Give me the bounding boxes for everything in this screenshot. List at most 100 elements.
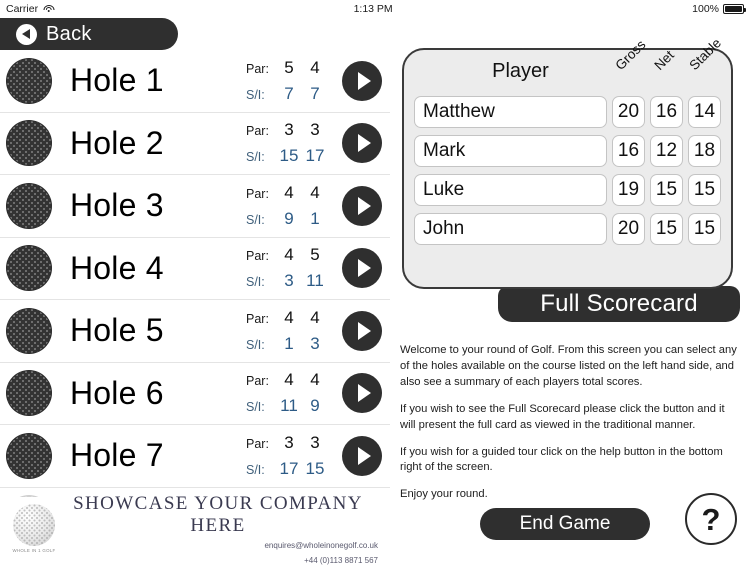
hole-stats: Par:44S/I:119: [246, 370, 338, 416]
stroke-index-value: 9: [276, 209, 302, 229]
hole-row[interactable]: Hole 5Par:44S/I:13: [0, 300, 390, 363]
hole-row[interactable]: Hole 3Par:44S/I:91: [0, 175, 390, 238]
par-value: 4: [302, 370, 328, 390]
stable-score-cell: 14: [688, 96, 721, 128]
score-row: Mark161218: [404, 135, 731, 167]
golf-ball-icon: [6, 370, 52, 416]
stroke-index-label: S/I:: [246, 275, 276, 289]
advertisement-banner[interactable]: WHOLE IN 1 GOLF SHOWCASE YOUR COMPANY HE…: [0, 497, 390, 562]
score-panel-header: Player Gross Net Stable: [404, 50, 731, 96]
hole-stats: Par:33S/I:1517: [246, 120, 338, 166]
net-score-cell: 15: [650, 213, 683, 245]
question-mark-icon: ?: [702, 504, 721, 535]
par-label: Par:: [246, 312, 276, 326]
hole-stats: Par:44S/I:13: [246, 308, 338, 354]
net-column-header: Net: [651, 48, 676, 73]
stroke-index-value: 1: [276, 334, 302, 354]
advert-headline: SHOWCASE YOUR COMPANY HERE: [58, 493, 378, 537]
stroke-index-value: 17: [302, 146, 328, 166]
stroke-index-value: 15: [276, 146, 302, 166]
info-paragraph-3: If you wish for a guided tour click on t…: [400, 445, 738, 477]
hole-stats: Par:54S/I:77: [246, 58, 338, 104]
hole-name-label: Hole 3: [70, 187, 246, 224]
player-name-field[interactable]: Luke: [414, 174, 607, 206]
par-value: 4: [302, 308, 328, 328]
battery-percent-label: 100%: [692, 3, 719, 15]
hole-row[interactable]: Hole 2Par:33S/I:1517: [0, 113, 390, 176]
play-icon[interactable]: [342, 436, 382, 476]
play-icon[interactable]: [342, 186, 382, 226]
score-row: John201515: [404, 213, 731, 245]
advert-email: enquires@wholeinonegolf.co.uk: [58, 540, 378, 552]
hole-row[interactable]: Hole 6Par:44S/I:119: [0, 363, 390, 426]
par-value: 3: [276, 120, 302, 140]
player-name-field[interactable]: Mark: [414, 135, 607, 167]
stroke-index-label: S/I:: [246, 463, 276, 477]
play-icon[interactable]: [342, 123, 382, 163]
back-button-label: Back: [46, 23, 92, 46]
play-icon[interactable]: [342, 61, 382, 101]
par-label: Par:: [246, 187, 276, 201]
player-name-field[interactable]: John: [414, 213, 607, 245]
par-label: Par:: [246, 62, 276, 76]
golf-ball-icon: [6, 433, 52, 479]
golf-ball-icon: [6, 183, 52, 229]
golf-ball-icon: [6, 120, 52, 166]
info-text: Welcome to your round of Golf. From this…: [400, 343, 738, 503]
stroke-index-value: 3: [276, 271, 302, 291]
player-name-field[interactable]: Matthew: [414, 96, 607, 128]
advert-phone: +44 (0)113 8871 567: [58, 555, 378, 566]
golf-ball-logo-icon: WHOLE IN 1 GOLF: [10, 504, 58, 556]
stroke-index-value: 11: [276, 396, 302, 416]
hole-row[interactable]: Hole 4Par:45S/I:311: [0, 238, 390, 301]
hole-list[interactable]: Hole 1Par:54S/I:77Hole 2Par:33S/I:1517Ho…: [0, 50, 390, 497]
stable-column-header: Stable: [686, 35, 724, 73]
status-bar-right: 100%: [692, 3, 744, 15]
info-paragraph-1: Welcome to your round of Golf. From this…: [400, 343, 738, 391]
play-icon[interactable]: [342, 311, 382, 351]
carrier-label: Carrier: [6, 3, 38, 15]
stroke-index-value: 7: [276, 84, 302, 104]
hole-row[interactable]: Hole 7Par:33S/I:1715: [0, 425, 390, 488]
gross-column-header: Gross: [612, 37, 648, 73]
score-rows: Matthew201614Mark161218Luke191515John201…: [404, 96, 731, 245]
hole-row[interactable]: Hole 1Par:54S/I:77: [0, 50, 390, 113]
golf-ball-icon: [6, 308, 52, 354]
play-icon[interactable]: [342, 373, 382, 413]
end-game-button[interactable]: End Game: [480, 508, 650, 540]
full-scorecard-button[interactable]: Full Scorecard: [498, 286, 740, 322]
status-bar: Carrier 1:13 PM 100%: [0, 0, 750, 18]
end-game-label: End Game: [520, 513, 611, 535]
stroke-index-value: 1: [302, 209, 328, 229]
back-arrow-icon: [16, 24, 37, 45]
stroke-index-label: S/I:: [246, 213, 276, 227]
par-label: Par:: [246, 124, 276, 138]
par-value: 3: [302, 433, 328, 453]
battery-full-icon: [723, 4, 744, 14]
play-icon[interactable]: [342, 248, 382, 288]
stroke-index-value: 3: [302, 334, 328, 354]
net-score-cell: 15: [650, 174, 683, 206]
par-value: 5: [276, 58, 302, 78]
par-value: 4: [276, 245, 302, 265]
score-row: Matthew201614: [404, 96, 731, 128]
hole-stats: Par:44S/I:91: [246, 183, 338, 229]
hole-name-label: Hole 1: [70, 62, 246, 99]
stroke-index-label: S/I:: [246, 338, 276, 352]
stroke-index-label: S/I:: [246, 150, 276, 164]
full-scorecard-label: Full Scorecard: [540, 290, 698, 318]
golf-ball-icon: [6, 245, 52, 291]
stroke-index-label: S/I:: [246, 400, 276, 414]
par-value: 5: [302, 245, 328, 265]
status-bar-left: Carrier: [6, 3, 54, 15]
net-score-cell: 12: [650, 135, 683, 167]
par-value: 3: [276, 433, 302, 453]
back-button[interactable]: Back: [0, 18, 178, 50]
stroke-index-value: 17: [276, 459, 302, 479]
stable-score-cell: 15: [688, 213, 721, 245]
net-score-cell: 16: [650, 96, 683, 128]
help-button[interactable]: ?: [685, 493, 737, 545]
hole-name-label: Hole 6: [70, 375, 246, 412]
gross-score-cell: 20: [612, 213, 645, 245]
wifi-icon: [43, 5, 54, 14]
